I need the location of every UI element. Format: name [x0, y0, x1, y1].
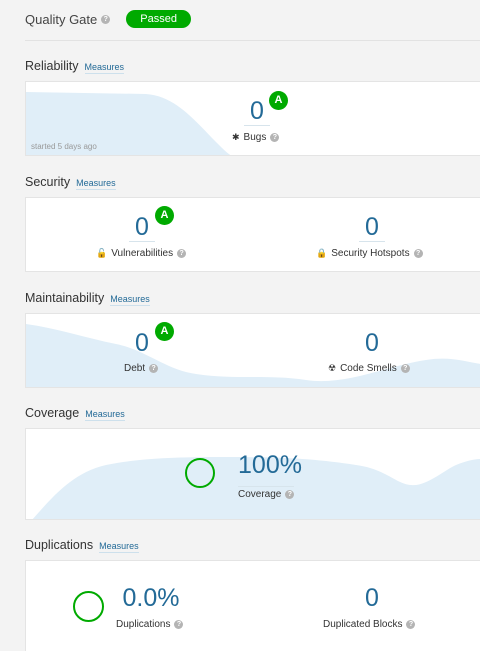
duplications-measures-link[interactable]: Measures [99, 540, 139, 553]
coverage-card: 100% Coverage ? [25, 428, 480, 520]
help-icon[interactable]: ? [177, 249, 187, 258]
quality-gate-status-badge: Passed [126, 10, 191, 28]
help-icon[interactable]: ? [285, 490, 295, 499]
duplications-value[interactable]: 0.0% [116, 584, 186, 612]
coverage-measures-link[interactable]: Measures [85, 408, 125, 421]
help-icon[interactable]: ? [413, 249, 423, 258]
duplications-section-title: Duplications Measures [25, 538, 139, 553]
reliability-rating[interactable]: A [269, 91, 288, 110]
hotspots-value[interactable]: 0 [359, 213, 385, 242]
nuclear-icon: ☢ [328, 363, 337, 373]
debt-label: Debt ? [124, 363, 159, 374]
debt-value[interactable]: 0 [129, 329, 155, 357]
bug-icon: ✱ [232, 132, 240, 142]
coverage-label: Coverage ? [238, 486, 295, 500]
security-rating[interactable]: A [155, 206, 174, 225]
security-measures-link[interactable]: Measures [76, 177, 116, 190]
code-smells-label: ☢ Code Smells ? [328, 363, 410, 374]
reliability-measures-link[interactable]: Measures [84, 61, 125, 74]
duplications-card: 0.0% Duplications ? 0 Duplicated Blocks … [25, 560, 480, 651]
maintainability-card: 0 A Debt ? 0 ☢ Code Smells ? [25, 313, 480, 388]
help-icon[interactable]: ? [270, 133, 280, 142]
vulnerabilities-value[interactable]: 0 [129, 213, 155, 242]
code-smells-value[interactable]: 0 [359, 329, 385, 357]
lock-icon: 🔒 [316, 248, 328, 258]
lock-icon: 🔓 [96, 248, 108, 258]
code-smells-label-text: Code Smells [340, 363, 397, 374]
quality-gate-title: Quality Gate [25, 11, 98, 27]
maintainability-history-chart [26, 324, 480, 387]
bugs-label: ✱ Bugs ? [232, 132, 280, 143]
security-section-title: Security Measures [25, 175, 116, 190]
duplications-title: Duplications [25, 538, 94, 552]
divider [25, 40, 480, 41]
hotspots-label: 🔒 Security Hotspots ? [316, 248, 423, 259]
security-title: Security [25, 175, 71, 189]
help-icon[interactable]: ? [149, 364, 159, 373]
started-text: started 5 days ago [31, 142, 97, 151]
reliability-card: 0 A ✱ Bugs ? started 5 days ago [25, 81, 480, 156]
debt-label-text: Debt [124, 363, 146, 374]
coverage-value[interactable]: 100% [230, 451, 310, 479]
coverage-title: Coverage [25, 406, 80, 420]
reliability-title: Reliability [25, 59, 79, 73]
bugs-label-text: Bugs [243, 132, 267, 143]
help-icon[interactable]: ? [101, 14, 111, 24]
help-icon[interactable]: ? [400, 364, 410, 373]
maintainability-title: Maintainability [25, 291, 105, 305]
coverage-label-text: Coverage [238, 489, 282, 500]
maintainability-rating[interactable]: A [155, 322, 174, 341]
duplicated-blocks-value[interactable]: 0 [359, 584, 385, 612]
help-icon[interactable]: ? [174, 620, 184, 629]
duplications-label-text: Duplications [116, 619, 171, 630]
hotspots-label-text: Security Hotspots [331, 248, 410, 259]
bugs-value[interactable]: 0 [244, 97, 270, 126]
duplications-donut-chart [73, 591, 104, 622]
duplications-label: Duplications ? [116, 619, 184, 630]
help-icon[interactable]: ? [406, 620, 416, 629]
reliability-section-title: Reliability Measures [25, 59, 125, 74]
coverage-section-title: Coverage Measures [25, 406, 125, 421]
security-card: 0 A 🔓 Vulnerabilities ? 0 🔒 Security Hot… [25, 197, 480, 272]
vulnerabilities-label-text: Vulnerabilities [111, 248, 174, 259]
duplicated-blocks-label: Duplicated Blocks ? [323, 619, 416, 630]
quality-gate: Quality Gate ? Passed [25, 8, 191, 30]
coverage-donut-chart [185, 458, 215, 488]
maintainability-section-title: Maintainability Measures [25, 291, 150, 306]
duplicated-blocks-label-text: Duplicated Blocks [323, 619, 403, 630]
vulnerabilities-label: 🔓 Vulnerabilities ? [96, 248, 187, 259]
maintainability-measures-link[interactable]: Measures [110, 293, 150, 306]
